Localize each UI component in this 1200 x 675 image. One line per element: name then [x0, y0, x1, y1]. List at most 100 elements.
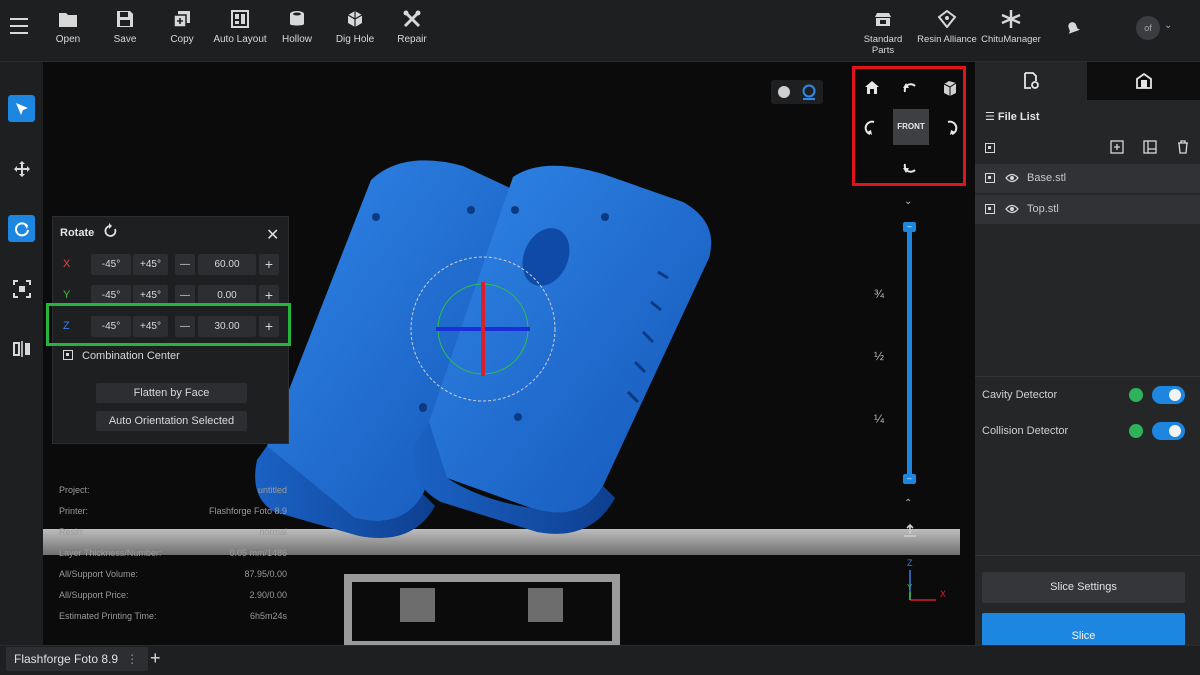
- chevron-down-icon[interactable]: ⌄: [904, 196, 912, 207]
- printer-tab[interactable]: Flashforge Foto 8.9 ⋮: [6, 647, 149, 671]
- platform-knob-right: [528, 588, 563, 622]
- resin-alliance-button[interactable]: Resin Alliance: [916, 8, 978, 56]
- rotate-x-increment[interactable]: +: [259, 254, 279, 275]
- project-info: Project: untitled Printer: Flashforge Foto…: [59, 485, 287, 632]
- tab-file-settings[interactable]: [975, 62, 1087, 100]
- iso-cube-icon[interactable]: [942, 80, 958, 96]
- layer-height-icon[interactable]: [903, 524, 917, 538]
- info-value: untitled: [257, 485, 287, 495]
- chevron-down-icon[interactable]: ⌄: [1164, 20, 1172, 31]
- auto-layout-button[interactable]: Auto Layout: [210, 8, 270, 56]
- dig-hole-label: Dig Hole: [335, 34, 375, 45]
- flatten-by-face-button[interactable]: Flatten by Face: [96, 383, 247, 403]
- select-tool[interactable]: [8, 95, 35, 122]
- auto-orientation-button[interactable]: Auto Orientation Selected: [96, 411, 247, 431]
- chitumanager-button[interactable]: ChituManager: [980, 8, 1042, 56]
- rotate-down-icon[interactable]: [902, 160, 918, 176]
- file-list-item[interactable]: Base.stl: [975, 164, 1200, 193]
- add-file-icon[interactable]: [1110, 140, 1124, 154]
- rotate-x-input[interactable]: 60.00: [198, 254, 256, 275]
- avatar[interactable]: of: [1136, 16, 1160, 40]
- scale-icon: [12, 279, 31, 298]
- rotate-x-plus-button[interactable]: +45°: [133, 254, 168, 275]
- combination-center-label: Combination Center: [82, 350, 180, 362]
- select-all-checkbox[interactable]: [985, 143, 995, 153]
- info-row: Layer Thickness/Number: 0.05 mm/1486: [59, 548, 287, 569]
- save-button[interactable]: Save: [95, 8, 155, 56]
- move-tool[interactable]: [8, 155, 35, 182]
- close-icon[interactable]: ✕: [266, 225, 279, 245]
- smile-status-icon: [1129, 424, 1143, 438]
- chevron-up-icon[interactable]: ⌃: [904, 498, 912, 509]
- divider: [975, 555, 1200, 556]
- gizmo-z-label: Z: [907, 558, 913, 568]
- delete-icon[interactable]: [1176, 140, 1190, 154]
- save-icon: [117, 11, 133, 27]
- hollow-label: Hollow: [281, 34, 312, 45]
- layer-slider-track[interactable]: [907, 228, 912, 480]
- rotate-x-row: X -45° +45° — 60.00 +: [53, 254, 290, 276]
- open-button[interactable]: Open: [38, 8, 98, 56]
- mirror-icon: [12, 340, 30, 357]
- info-row: Project: untitled: [59, 485, 287, 506]
- rotate-x-decrement[interactable]: —: [175, 254, 195, 275]
- rotate-tool[interactable]: [8, 215, 35, 242]
- file-checkbox[interactable]: [985, 204, 995, 214]
- file-list-item[interactable]: Top.stl: [975, 195, 1200, 224]
- solid-sphere-icon[interactable]: [777, 85, 791, 99]
- rotate-x-minus-button[interactable]: -45°: [91, 254, 131, 275]
- tab-printer[interactable]: [1087, 62, 1200, 100]
- notification-bell-icon[interactable]: [1064, 19, 1082, 37]
- standard-parts-button[interactable]: Standard Parts: [853, 8, 913, 56]
- info-value: normal: [259, 527, 287, 537]
- mirror-tool[interactable]: [8, 335, 35, 362]
- rotate-up-icon[interactable]: [902, 80, 918, 96]
- home-view-icon[interactable]: [864, 80, 880, 96]
- divider: [975, 376, 1200, 377]
- open-label: Open: [55, 34, 81, 45]
- eye-icon[interactable]: [1005, 173, 1019, 183]
- file-checkbox[interactable]: [985, 173, 995, 183]
- repair-button[interactable]: Repair: [382, 8, 442, 56]
- axis-x-label: X: [63, 258, 71, 270]
- scale-tool[interactable]: [8, 275, 35, 302]
- smile-status-icon: [1129, 388, 1143, 402]
- combination-center-checkbox[interactable]: Combination Center: [63, 350, 180, 362]
- list-icon: ☰: [985, 111, 998, 123]
- copy-button[interactable]: Copy: [152, 8, 212, 56]
- more-icon[interactable]: ⋮: [126, 652, 138, 666]
- menu-icon[interactable]: [10, 18, 28, 34]
- slider-fraction-quarter: ¼: [874, 412, 885, 426]
- info-row: Printer: Flashforge Foto 8.9: [59, 506, 287, 527]
- rotate-right-icon[interactable]: [942, 120, 958, 136]
- rotate-left-icon[interactable]: [864, 120, 880, 136]
- cavity-detector-label: Cavity Detector: [982, 389, 1058, 401]
- gizmo-x-label: X: [940, 589, 946, 599]
- dig-hole-button[interactable]: Dig Hole: [325, 8, 385, 56]
- file-list-label: File List: [997, 111, 1040, 123]
- file-settings-icon: [1024, 72, 1039, 89]
- layer-slider-bottom-handle[interactable]: –: [903, 474, 916, 484]
- eye-icon[interactable]: [1005, 204, 1019, 214]
- slice-settings-button[interactable]: Slice Settings: [982, 572, 1185, 603]
- printer-tab-label: Flashforge Foto 8.9: [14, 652, 119, 666]
- add-tab-button[interactable]: +: [150, 648, 161, 669]
- repair-icon: [403, 10, 421, 28]
- layout-file-icon[interactable]: [1143, 140, 1157, 154]
- reset-rotation-icon[interactable]: [104, 223, 118, 239]
- copy-icon: [173, 11, 190, 28]
- layer-slider-top-handle[interactable]: –: [903, 222, 916, 232]
- wireframe-sphere-icon[interactable]: [801, 84, 817, 100]
- render-mode-toggle[interactable]: [771, 80, 823, 104]
- cavity-detector-toggle[interactable]: [1152, 386, 1185, 404]
- hollow-button[interactable]: Hollow: [267, 8, 327, 56]
- collision-detector-toggle[interactable]: [1152, 422, 1185, 440]
- collision-detector-label: Collision Detector: [982, 425, 1069, 437]
- info-label: All/Support Price:: [59, 590, 129, 600]
- front-view-button[interactable]: FRONT: [893, 109, 929, 145]
- standard-parts-icon: [875, 13, 891, 26]
- axis-orientation-gizmo: Z X Y: [907, 558, 946, 601]
- platform-bracket: [344, 574, 620, 645]
- gizmo-y-label: Y: [907, 583, 913, 592]
- move-icon: [13, 160, 30, 177]
